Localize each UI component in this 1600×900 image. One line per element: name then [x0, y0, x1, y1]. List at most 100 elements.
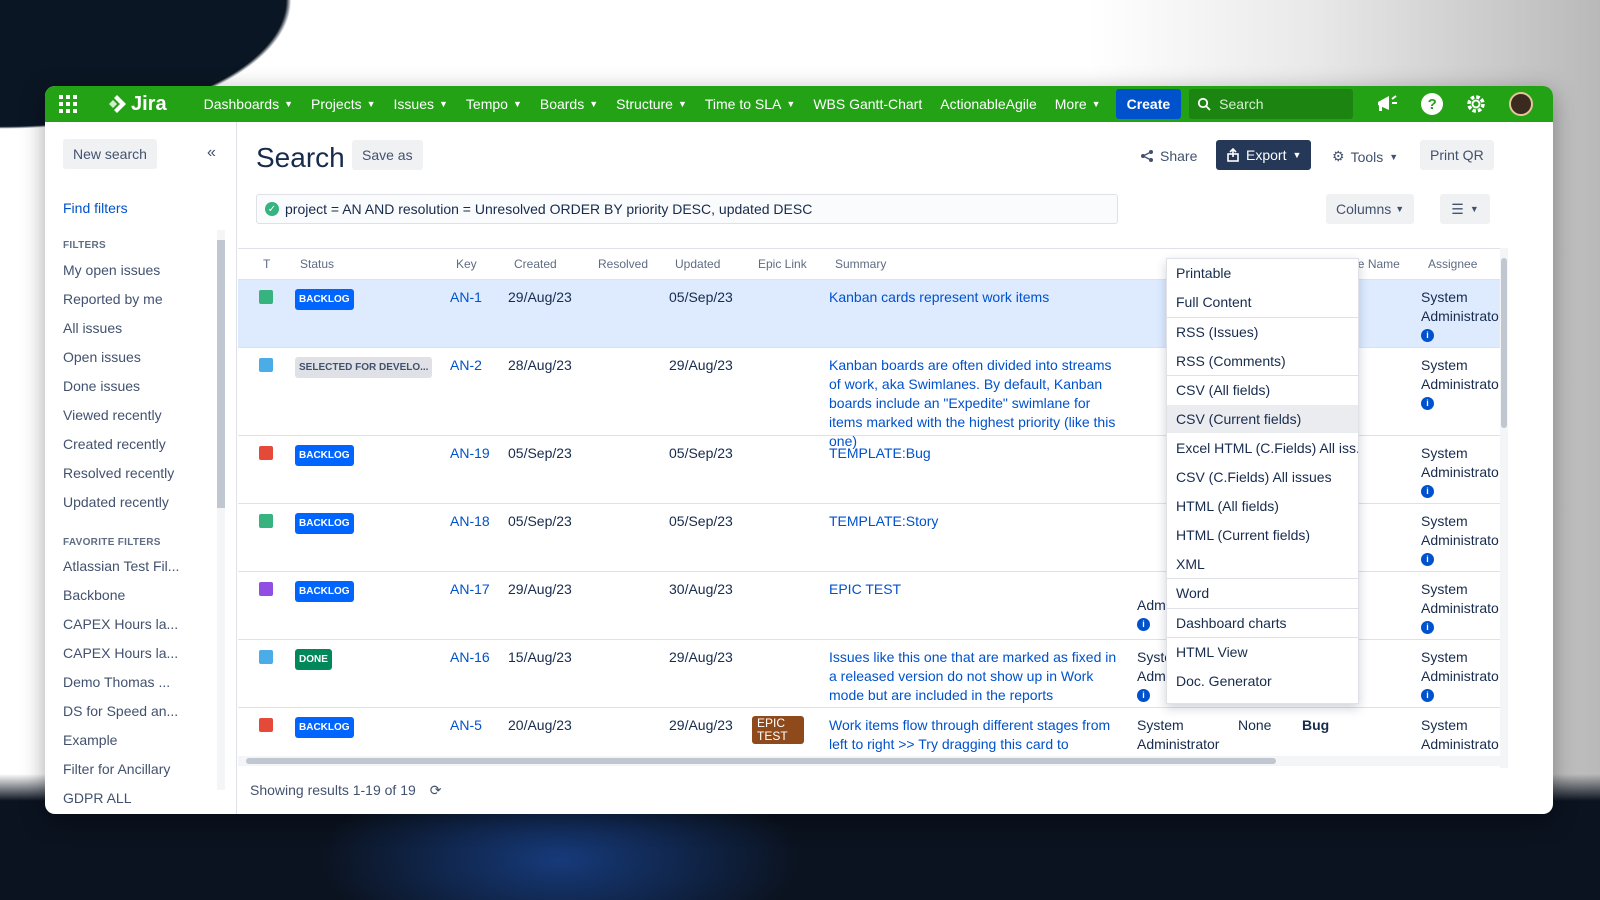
- epic-link-tag[interactable]: EPIC TEST: [752, 716, 804, 744]
- export-menu-item[interactable]: HTML View: [1167, 638, 1358, 666]
- summary-link[interactable]: TEMPLATE:Bug: [829, 444, 1119, 463]
- nav-item-issues[interactable]: Issues ▼: [385, 86, 457, 122]
- sidebar-favorite-item[interactable]: Demo Thomas ...: [63, 668, 179, 697]
- summary-link[interactable]: Issues like this one that are marked as …: [829, 648, 1119, 705]
- find-filters-link[interactable]: Find filters: [63, 200, 128, 216]
- issue-key-link[interactable]: AN-19: [450, 444, 490, 463]
- epic-issue-type-icon: [259, 582, 273, 596]
- sidebar-favorite-item[interactable]: CAPEX Hours la...: [63, 610, 179, 639]
- nav-item-tempo[interactable]: Tempo ▼: [457, 86, 531, 122]
- summary-link[interactable]: Kanban cards represent work items: [829, 288, 1119, 307]
- col-header-resolved[interactable]: Resolved: [598, 257, 648, 271]
- refresh-icon[interactable]: ⟳: [430, 782, 442, 799]
- export-menu-item[interactable]: Doc. Generator: [1167, 667, 1358, 695]
- settings-gear-icon[interactable]: [1465, 93, 1487, 115]
- search-input[interactable]: Search: [1189, 89, 1354, 119]
- columns-button[interactable]: Columns ▼: [1326, 194, 1415, 224]
- nav-item-more[interactable]: More ▼: [1046, 86, 1110, 122]
- col-header-key[interactable]: Key: [456, 257, 477, 271]
- sidebar-filter-item[interactable]: Created recently: [63, 430, 174, 459]
- sidebar-scrollbar-thumb[interactable]: [217, 240, 225, 508]
- issue-key-link[interactable]: AN-2: [450, 356, 482, 375]
- issue-key-link[interactable]: AN-5: [450, 716, 482, 735]
- user-info-icon[interactable]: i: [1421, 329, 1434, 342]
- view-mode-button[interactable]: ☰ ▼: [1440, 194, 1490, 224]
- sidebar-favorite-item[interactable]: CAPEX Hours la...: [63, 639, 179, 668]
- export-menu-item[interactable]: Dashboard charts: [1167, 609, 1358, 637]
- nav-item-projects[interactable]: Projects ▼: [302, 86, 385, 122]
- nav-item-actionableagile[interactable]: ActionableAgile: [931, 86, 1046, 122]
- col-header-epic-link[interactable]: Epic Link: [758, 257, 807, 271]
- export-menu-item[interactable]: XML: [1167, 550, 1358, 578]
- table-horizontal-scrollbar-thumb[interactable]: [246, 758, 1276, 764]
- sidebar-filter-item[interactable]: Updated recently: [63, 488, 174, 517]
- export-menu-item[interactable]: Full Content: [1167, 288, 1358, 316]
- nav-item-structure[interactable]: Structure ▼: [607, 86, 696, 122]
- app-switcher-icon[interactable]: [59, 95, 77, 113]
- save-as-button[interactable]: Save as: [352, 140, 423, 170]
- tools-button[interactable]: ⚙ Tools ▼: [1332, 148, 1398, 165]
- collapse-sidebar-icon[interactable]: «: [207, 144, 216, 162]
- nav-item-boards[interactable]: Boards ▼: [531, 86, 607, 122]
- jira-logo[interactable]: Jira: [107, 93, 167, 116]
- sidebar-filter-item[interactable]: Resolved recently: [63, 459, 174, 488]
- export-menu-item[interactable]: Printable: [1167, 259, 1358, 287]
- sidebar-filter-item[interactable]: Done issues: [63, 372, 174, 401]
- sidebar-filter-item[interactable]: Viewed recently: [63, 401, 174, 430]
- sidebar-filter-item[interactable]: All issues: [63, 314, 174, 343]
- issue-key-link[interactable]: AN-16: [450, 648, 490, 667]
- export-menu-item[interactable]: HTML (All fields): [1167, 492, 1358, 520]
- issue-key-link[interactable]: AN-17: [450, 580, 490, 599]
- export-menu-item[interactable]: Word: [1167, 579, 1358, 607]
- sidebar-filter-item[interactable]: My open issues: [63, 256, 174, 285]
- share-button[interactable]: Share: [1140, 148, 1197, 164]
- summary-link[interactable]: EPIC TEST: [829, 580, 1119, 599]
- sidebar-favorite-item[interactable]: Backbone: [63, 581, 179, 610]
- col-header-type[interactable]: T: [263, 257, 270, 271]
- user-info-icon[interactable]: i: [1137, 618, 1150, 631]
- issue-key-link[interactable]: AN-18: [450, 512, 490, 531]
- sidebar-favorite-item[interactable]: Filter for Ancillary: [63, 755, 179, 784]
- export-button[interactable]: Export ▼: [1216, 140, 1312, 170]
- export-menu-item[interactable]: HTML (Current fields): [1167, 521, 1358, 549]
- sidebar-favorite-item[interactable]: GDPR ALL: [63, 784, 179, 813]
- sidebar-filter-item[interactable]: Reported by me: [63, 285, 174, 314]
- user-info-icon[interactable]: i: [1421, 621, 1434, 634]
- user-info-icon[interactable]: i: [1137, 689, 1150, 702]
- print-qr-button[interactable]: Print QR: [1420, 140, 1494, 170]
- export-menu-item[interactable]: CSV (C.Fields) All issues: [1167, 463, 1358, 491]
- nav-item-wbs-gantt-chart[interactable]: WBS Gantt-Chart: [804, 86, 931, 122]
- issue-key-link[interactable]: AN-1: [450, 288, 482, 307]
- export-menu-item[interactable]: CSV (All fields): [1167, 376, 1358, 404]
- story-issue-type-icon: [259, 290, 273, 304]
- col-header-created[interactable]: Created: [514, 257, 557, 271]
- export-menu-item[interactable]: RSS (Issues): [1167, 318, 1358, 346]
- sidebar-filter-item[interactable]: Open issues: [63, 343, 174, 372]
- user-info-icon[interactable]: i: [1421, 689, 1434, 702]
- col-header-status[interactable]: Status: [300, 257, 334, 271]
- sidebar-favorite-item[interactable]: Example: [63, 726, 179, 755]
- nav-item-dashboards[interactable]: Dashboards ▼: [195, 86, 302, 122]
- col-header-summary[interactable]: Summary: [835, 257, 886, 271]
- jql-query-field[interactable]: ✓ project = AN AND resolution = Unresolv…: [256, 194, 1118, 224]
- user-info-icon[interactable]: i: [1421, 485, 1434, 498]
- summary-link[interactable]: Work items flow through different stages…: [829, 716, 1119, 754]
- user-info-icon[interactable]: i: [1421, 553, 1434, 566]
- help-icon[interactable]: ?: [1421, 93, 1444, 115]
- sidebar-favorite-item[interactable]: DS for Speed an...: [63, 697, 179, 726]
- nav-item-time-to-sla[interactable]: Time to SLA ▼: [696, 86, 804, 122]
- table-vertical-scrollbar-thumb[interactable]: [1501, 258, 1507, 428]
- col-header-updated[interactable]: Updated: [675, 257, 720, 271]
- notifications-megaphone-icon[interactable]: [1375, 93, 1399, 115]
- export-menu-item[interactable]: Excel HTML (C.Fields) All iss...: [1167, 434, 1358, 462]
- filters-sidebar: New search « Find filters FILTERS My ope…: [45, 122, 237, 814]
- export-menu-item[interactable]: RSS (Comments): [1167, 347, 1358, 375]
- summary-link[interactable]: TEMPLATE:Story: [829, 512, 1119, 531]
- export-menu-item[interactable]: CSV (Current fields): [1167, 405, 1358, 433]
- user-avatar[interactable]: [1509, 92, 1534, 116]
- new-search-button[interactable]: New search: [63, 139, 157, 169]
- create-button[interactable]: Create: [1115, 89, 1182, 119]
- sidebar-favorite-item[interactable]: Atlassian Test Fil...: [63, 552, 179, 581]
- col-header-assignee[interactable]: Assignee: [1428, 257, 1477, 271]
- user-info-icon[interactable]: i: [1421, 397, 1434, 410]
